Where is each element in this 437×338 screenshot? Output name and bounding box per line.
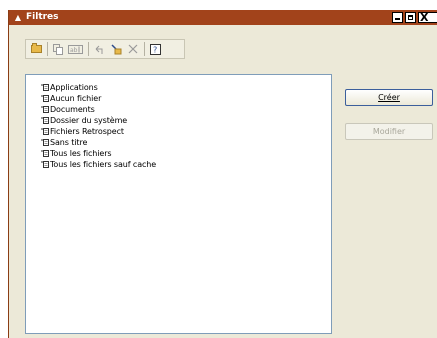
filter-item-label: Fichiers Retrospect	[50, 127, 124, 136]
filters-list[interactable]: Applications Aucun fichier Documents Dossie…	[25, 74, 332, 334]
filter-item[interactable]: Tous les fichiers sauf cache	[26, 159, 331, 170]
filter-icon	[41, 160, 49, 168]
toolbar-separator	[88, 42, 89, 56]
svg-text:ab: ab	[70, 47, 78, 54]
delete-button[interactable]	[126, 42, 140, 56]
create-button[interactable]: Créer	[345, 89, 433, 106]
modify-button[interactable]: Modifier	[345, 123, 433, 140]
toolbar-separator	[47, 42, 48, 56]
filter-item-label: Applications	[50, 83, 98, 92]
rename-button[interactable]: ab	[68, 42, 84, 56]
filter-item[interactable]: Aucun fichier	[26, 93, 331, 104]
close-button[interactable]: X	[418, 11, 437, 24]
delete-icon	[128, 44, 138, 54]
filter-item-label: Tous les fichiers	[50, 149, 112, 158]
title-bar[interactable]: ▲ Filtres X	[9, 10, 437, 25]
filters-list-items: Applications Aucun fichier Documents Dossie…	[26, 82, 331, 170]
filter-icon	[41, 127, 49, 135]
filter-item[interactable]: Tous les fichiers	[26, 148, 331, 159]
svg-text:?: ?	[153, 45, 157, 54]
rename-icon: ab	[68, 44, 83, 54]
app-icon: ▲	[14, 13, 22, 22]
filter-item-label: Sans titre	[50, 138, 88, 147]
close-icon: X	[420, 11, 429, 24]
maximize-button[interactable]	[405, 12, 416, 23]
modify-button-label: Modifier	[372, 127, 406, 136]
undo-button[interactable]	[92, 42, 106, 56]
create-button-label: Créer	[378, 93, 400, 102]
toolbar: ab ?	[25, 39, 185, 59]
window-title: Filtres	[26, 12, 59, 22]
help-icon: ?	[149, 43, 161, 55]
filter-item-label: Dossier du système	[50, 116, 128, 125]
undo-icon	[95, 45, 103, 54]
filter-item-label: Documents	[50, 105, 95, 114]
toolbar-separator	[144, 42, 145, 56]
filter-icon	[41, 94, 49, 102]
filter-icon	[41, 149, 49, 157]
copy-icon	[52, 43, 63, 55]
filter-item[interactable]: Dossier du système	[26, 115, 331, 126]
filter-item-label: Aucun fichier	[50, 94, 102, 103]
filter-icon	[41, 116, 49, 124]
filter-item[interactable]: Fichiers Retrospect	[26, 126, 331, 137]
new-filter-button[interactable]	[109, 42, 123, 56]
folder-icon	[30, 43, 42, 53]
filter-item-label: Tous les fichiers sauf cache	[50, 160, 157, 169]
copy-button[interactable]	[51, 42, 65, 56]
new-filter-icon	[111, 44, 122, 55]
filter-item[interactable]: Sans titre	[26, 137, 331, 148]
filter-icon	[41, 105, 49, 113]
filter-icon	[41, 83, 49, 91]
filter-item[interactable]: Applications	[26, 82, 331, 93]
help-button[interactable]: ?	[148, 42, 162, 56]
new-folder-button[interactable]	[29, 42, 43, 56]
filters-window: ▲ Filtres X ab ? Applications Aucun fich…	[8, 10, 437, 338]
filter-item[interactable]: Documents	[26, 104, 331, 115]
minimize-button[interactable]	[392, 12, 403, 23]
filter-icon	[41, 138, 49, 146]
